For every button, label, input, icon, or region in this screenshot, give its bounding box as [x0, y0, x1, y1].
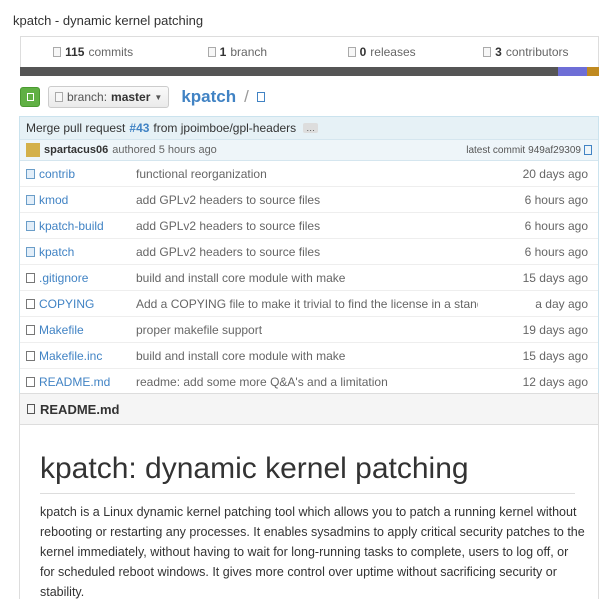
- file-row: Makefile.inc build and install core modul…: [20, 342, 598, 368]
- readme-heading: kpatch: dynamic kernel patching: [40, 449, 575, 494]
- file-age: a day ago: [535, 296, 588, 311]
- readme-filename: README.md: [40, 401, 120, 417]
- commit-message-prefix: Merge pull request: [26, 121, 126, 135]
- file-row: contrib functional reorganization 20 days …: [20, 161, 598, 186]
- file-text-icon: [26, 298, 35, 309]
- file-name-link[interactable]: kmod: [39, 193, 136, 207]
- branch-name: master: [111, 90, 151, 104]
- directory-icon: [26, 220, 35, 231]
- branch-icon: [207, 47, 216, 57]
- file-age: 6 hours ago: [524, 192, 588, 207]
- browse-code-icon[interactable]: [584, 145, 592, 155]
- caret-down-icon: ▼: [154, 92, 163, 102]
- branch-icon: [55, 92, 63, 102]
- latest-commit-title: Merge pull request #43 from jpoimboe/gpl…: [20, 117, 598, 140]
- avatar[interactable]: [26, 143, 40, 157]
- repo-description: kpatch - dynamic kernel patching: [13, 13, 204, 28]
- expand-commit-message-button[interactable]: …: [303, 123, 319, 133]
- file-age: 6 hours ago: [524, 244, 588, 259]
- latest-commit-label: latest commit: [466, 144, 526, 156]
- history-icon: [53, 47, 62, 57]
- new-file-icon[interactable]: [256, 92, 265, 102]
- file-age: 15 days ago: [522, 270, 588, 285]
- file-name-link[interactable]: Makefile: [39, 323, 136, 337]
- file-row: kpatch-build add GPLv2 headers to source …: [20, 212, 598, 238]
- commits-stat[interactable]: 115 commits: [21, 37, 165, 67]
- tag-icon: [347, 47, 356, 57]
- branch-stat[interactable]: 1 branch: [165, 37, 309, 67]
- authored-time: authored 5 hours ago: [112, 144, 217, 156]
- branch-count: 1: [219, 45, 227, 59]
- releases-count: 0: [359, 45, 367, 59]
- book-icon: [27, 404, 35, 414]
- directory-icon: [26, 246, 35, 257]
- language-segment-other[interactable]: [587, 67, 599, 76]
- file-row: Makefile proper makefile support 19 days a…: [20, 316, 598, 342]
- file-commit-message-link[interactable]: proper makefile support: [136, 323, 478, 337]
- contributors-label: contributors: [505, 45, 569, 59]
- language-bar[interactable]: [20, 67, 599, 76]
- file-name-link[interactable]: kpatch-build: [39, 219, 136, 233]
- file-text-icon: [26, 324, 35, 335]
- file-commit-message-link[interactable]: Add a COPYING file to make it trivial to…: [136, 297, 478, 311]
- repo-root-link[interactable]: kpatch: [181, 87, 236, 107]
- file-age: 12 days ago: [522, 374, 588, 389]
- commit-message-suffix: from jpoimboe/gpl-headers: [153, 121, 297, 135]
- path-separator: /: [244, 87, 249, 106]
- readme-header: README.md: [20, 394, 598, 425]
- file-commit-message-link[interactable]: add GPLv2 headers to source files: [136, 219, 478, 233]
- directory-icon: [26, 168, 35, 179]
- file-age: 15 days ago: [522, 348, 588, 363]
- file-commit-message-link[interactable]: build and install core module with make: [136, 349, 478, 363]
- file-row: kmod add GPLv2 headers to source files 6 h…: [20, 186, 598, 212]
- file-name-link[interactable]: contrib: [39, 167, 136, 181]
- branch-select-button[interactable]: branch: master ▼: [48, 86, 170, 108]
- file-commit-message-link[interactable]: functional reorganization: [136, 167, 478, 181]
- file-name-link[interactable]: README.md: [39, 375, 136, 389]
- file-age: 6 hours ago: [524, 218, 588, 233]
- branch-label: branch: [230, 45, 268, 59]
- releases-label: releases: [370, 45, 416, 59]
- organization-icon: [483, 47, 492, 57]
- readme-panel: README.md kpatch: dynamic kernel patchin…: [19, 393, 599, 599]
- file-commit-message-link[interactable]: add GPLv2 headers to source files: [136, 193, 478, 207]
- file-text-icon: [26, 272, 35, 283]
- file-browser: Merge pull request #43 from jpoimboe/gpl…: [19, 116, 599, 395]
- file-row: .gitignore build and install core module …: [20, 264, 598, 290]
- directory-icon: [26, 194, 35, 205]
- contributors-count: 3: [495, 45, 502, 59]
- file-row: README.md readme: add some more Q&A's and…: [20, 368, 598, 394]
- file-age: 19 days ago: [522, 322, 588, 337]
- file-name-link[interactable]: COPYING: [39, 297, 136, 311]
- file-commit-message-link[interactable]: add GPLv2 headers to source files: [136, 245, 478, 259]
- commit-sha-link[interactable]: 949af29309: [528, 145, 581, 156]
- file-name-link[interactable]: kpatch: [39, 245, 136, 259]
- language-segment-shell[interactable]: [558, 67, 587, 76]
- file-text-icon: [26, 350, 35, 361]
- file-commit-message-link[interactable]: build and install core module with make: [136, 271, 478, 285]
- releases-stat[interactable]: 0 releases: [310, 37, 454, 67]
- file-text-icon: [26, 376, 35, 387]
- file-age: 20 days ago: [522, 166, 588, 181]
- file-row: COPYING Add a COPYING file to make it tri…: [20, 290, 598, 316]
- file-name-link[interactable]: .gitignore: [39, 271, 136, 285]
- file-commit-message-link[interactable]: readme: add some more Q&A's and a limita…: [136, 375, 478, 389]
- file-navigation: branch: master ▼ kpatch /: [20, 86, 265, 108]
- commits-count: 115: [65, 45, 85, 59]
- contributors-stat[interactable]: 3 contributors: [454, 37, 598, 67]
- compare-icon: [26, 93, 34, 101]
- latest-commit-meta: spartacus06 authored 5 hours ago latest …: [20, 140, 598, 161]
- commits-label: commits: [88, 45, 134, 59]
- language-segment-c[interactable]: [20, 67, 558, 76]
- file-list: contrib functional reorganization 20 days …: [20, 161, 598, 394]
- file-row: kpatch add GPLv2 headers to source files 6…: [20, 238, 598, 264]
- pull-request-link[interactable]: #43: [129, 121, 149, 135]
- compare-button[interactable]: [20, 87, 40, 107]
- commit-author-link[interactable]: spartacus06: [44, 144, 108, 156]
- file-name-link[interactable]: Makefile.inc: [39, 349, 136, 363]
- branch-prefix: branch:: [67, 90, 108, 104]
- readme-paragraph: kpatch is a Linux dynamic kernel patchin…: [40, 505, 585, 599]
- repo-stats-bar: 115 commits 1 branch 0 releases 3 contri…: [20, 36, 599, 67]
